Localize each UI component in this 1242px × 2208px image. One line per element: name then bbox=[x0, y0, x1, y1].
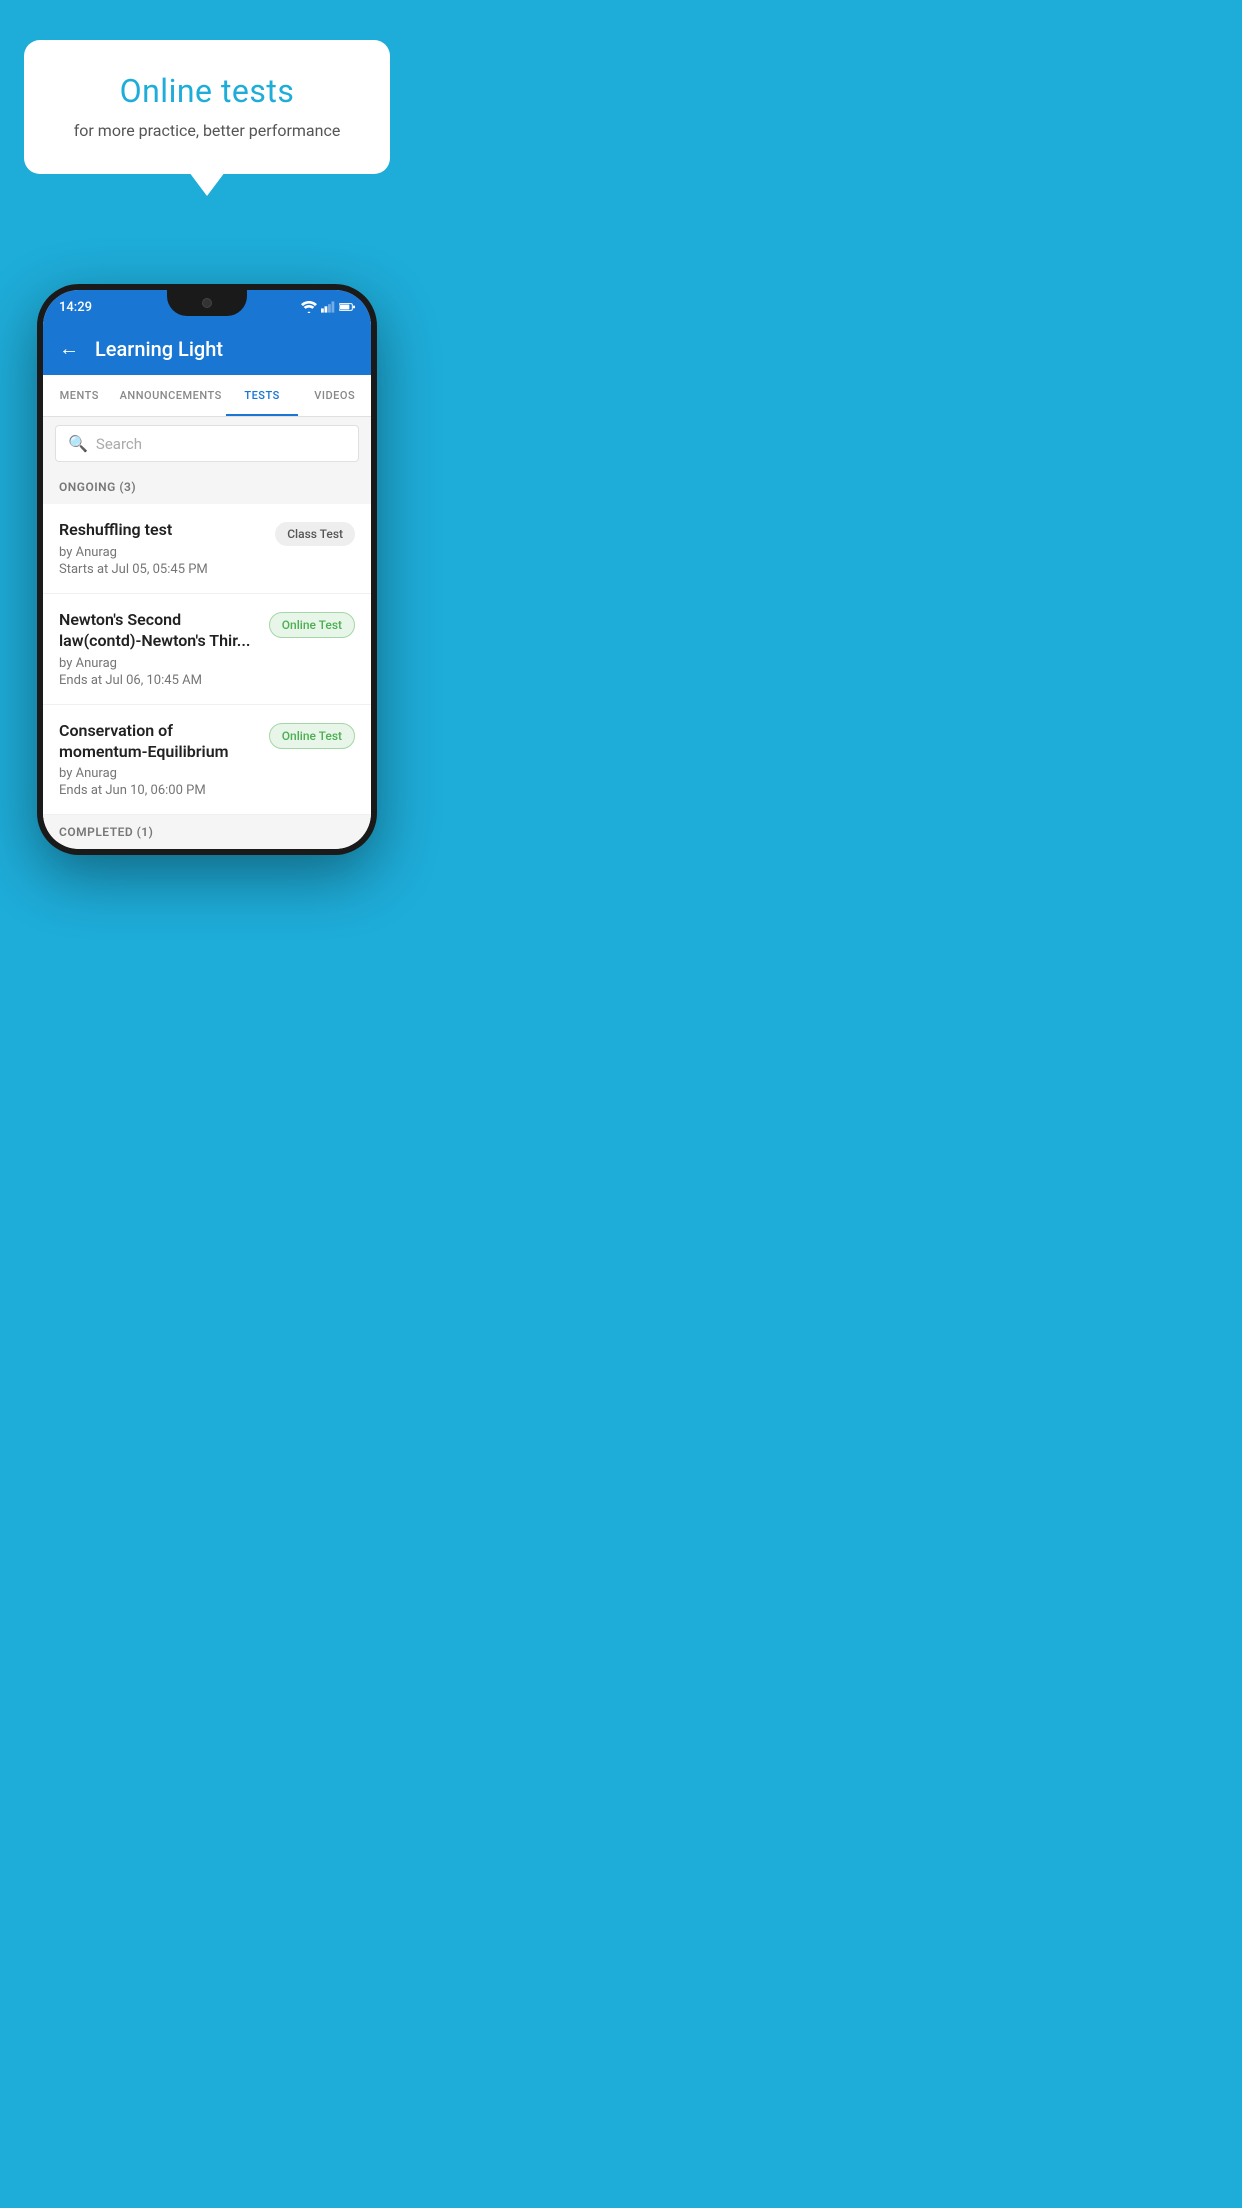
app-title: Learning Light bbox=[95, 337, 223, 361]
test-info: Newton's Second law(contd)-Newton's Thir… bbox=[59, 610, 259, 688]
test-info: Reshuffling test by Anurag Starts at Jul… bbox=[59, 520, 265, 577]
tab-announcements[interactable]: ANNOUNCEMENTS bbox=[116, 375, 226, 416]
hero-section: Online tests for more practice, better p… bbox=[0, 0, 414, 234]
test-title: Conservation of momentum-Equilibrium bbox=[59, 721, 259, 763]
search-icon: 🔍 bbox=[68, 434, 88, 453]
status-time: 14:29 bbox=[59, 300, 92, 315]
search-box[interactable]: 🔍 Search bbox=[55, 425, 359, 462]
test-badge-online-test-2: Online Test bbox=[269, 723, 355, 749]
test-info: Conservation of momentum-Equilibrium by … bbox=[59, 721, 259, 799]
test-date: Ends at Jul 06, 10:45 AM bbox=[59, 673, 259, 688]
section-header-completed: COMPLETED (1) bbox=[43, 815, 371, 849]
app-bar: ← Learning Light bbox=[43, 322, 371, 375]
tab-videos[interactable]: VIDEOS bbox=[298, 375, 371, 416]
battery-icon bbox=[339, 301, 355, 313]
tab-tests[interactable]: TESTS bbox=[226, 375, 299, 416]
test-badge-class-test: Class Test bbox=[275, 522, 355, 546]
signal-icon bbox=[321, 301, 335, 313]
test-list: Reshuffling test by Anurag Starts at Jul… bbox=[43, 504, 371, 815]
test-badge-online-test: Online Test bbox=[269, 612, 355, 638]
list-item[interactable]: Reshuffling test by Anurag Starts at Jul… bbox=[43, 504, 371, 594]
tab-ments[interactable]: MENTS bbox=[43, 375, 116, 416]
search-container: 🔍 Search bbox=[43, 417, 371, 470]
wifi-icon bbox=[301, 301, 317, 313]
hero-subtitle: for more practice, better performance bbox=[52, 120, 362, 142]
tabs-bar: MENTS ANNOUNCEMENTS TESTS VIDEOS bbox=[43, 375, 371, 417]
test-author: by Anurag bbox=[59, 545, 265, 560]
test-author: by Anurag bbox=[59, 656, 259, 671]
phone-notch bbox=[167, 290, 247, 316]
search-placeholder: Search bbox=[96, 435, 142, 453]
list-item[interactable]: Conservation of momentum-Equilibrium by … bbox=[43, 705, 371, 816]
test-title: Reshuffling test bbox=[59, 520, 265, 541]
status-icons bbox=[301, 301, 355, 313]
speech-bubble: Online tests for more practice, better p… bbox=[24, 40, 390, 174]
test-date: Ends at Jun 10, 06:00 PM bbox=[59, 783, 259, 798]
phone-container: 14:29 bbox=[0, 234, 414, 855]
test-date: Starts at Jul 05, 05:45 PM bbox=[59, 562, 265, 577]
list-item[interactable]: Newton's Second law(contd)-Newton's Thir… bbox=[43, 594, 371, 705]
phone-screen: 14:29 bbox=[43, 290, 371, 849]
camera-cutout bbox=[202, 298, 212, 308]
test-author: by Anurag bbox=[59, 766, 259, 781]
test-title: Newton's Second law(contd)-Newton's Thir… bbox=[59, 610, 259, 652]
hero-title: Online tests bbox=[52, 72, 362, 110]
section-header-ongoing: ONGOING (3) bbox=[43, 470, 371, 504]
back-button[interactable]: ← bbox=[59, 336, 79, 361]
phone-mockup: 14:29 bbox=[37, 284, 377, 855]
